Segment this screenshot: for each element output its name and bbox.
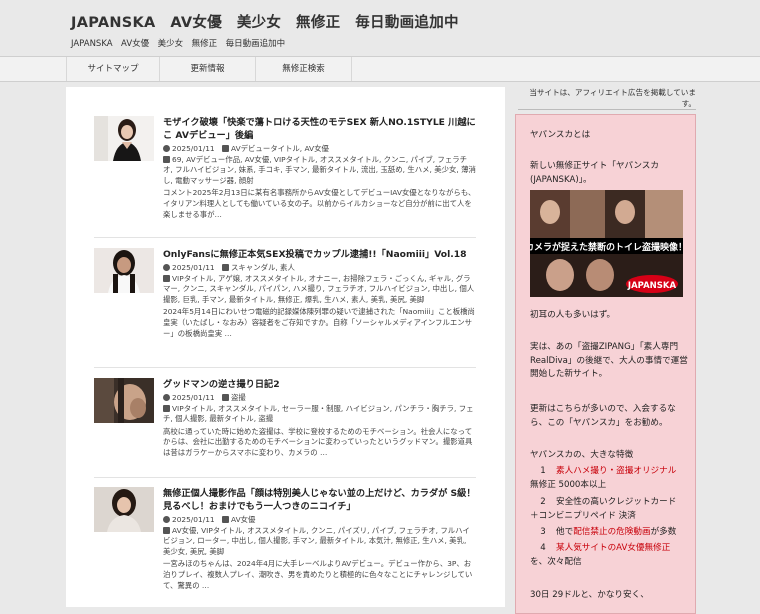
feature-1-sub: 無修正 5000本以上	[530, 480, 607, 490]
sidebar-text-3: 更新はこちらが多いので、入会するなら、この「ヤパンスカ」をお勧め。	[530, 404, 676, 428]
sidebar-intro: 新しい無修正サイト「ヤパンスカ(JAPANSKA)」。	[530, 161, 659, 185]
tag-icon	[163, 274, 170, 282]
feature-3-pre: 他で	[556, 527, 574, 537]
sidebar-text-2: 実は、あの「盗撮ZIPANG」「素人専門RealDiva」の後継で、大人の事情で…	[530, 342, 688, 379]
post-date: 2025/01/11	[172, 144, 215, 153]
folder-icon	[222, 145, 230, 152]
post-meta: 2025/01/11 盗撮	[163, 393, 476, 404]
post-item: モザイク破壊「快楽で蕩トロける天性のモテSEX 新人NO.1STYLE 川越にこ…	[94, 116, 476, 246]
post-body: グッドマンの逆さ撮り日記2 2025/01/11 盗撮 VIPタイトル, オスス…	[163, 378, 476, 459]
feature-1-number: 1	[540, 466, 546, 476]
post-body: モザイク破壊「快楽で蕩トロける天性のモテSEX 新人NO.1STYLE 川越にこ…	[163, 116, 476, 220]
post-tags-row: 69, AVデビュー作品, AV女優, VIPタイトル, オススメタイトル, ク…	[163, 155, 476, 187]
post-thumbnail[interactable]	[94, 248, 154, 293]
post-tags-row: VIPタイトル, アゲ嬢, オススメタイトル, オナニー, お掃除フェラ・ごっく…	[163, 274, 476, 306]
folder-icon	[222, 264, 230, 271]
post-item: OnlyFansに無修正本気SEX投稿でカップル逮捕!!「Naomiii」Vol…	[94, 248, 476, 368]
clock-icon	[163, 516, 170, 523]
clock-icon	[163, 394, 170, 401]
post-item: 無修正個人撮影作品「顔は特別美人じゃない並の上だけど、カラダが S級！見るべし！…	[94, 487, 476, 607]
post-meta: 2025/01/11 AV女優	[163, 515, 476, 526]
post-item: グッドマンの逆さ撮り日記2 2025/01/11 盗撮 VIPタイトル, オスス…	[94, 378, 476, 478]
post-title[interactable]: 無修正個人撮影作品「顔は特別美人じゃない並の上だけど、カラダが S級！見るべし！…	[163, 487, 476, 513]
folder-icon	[222, 394, 230, 401]
banner-caption: カメラが捉えた禁断のトイレ盗撮映像！	[530, 241, 683, 253]
feature-2-text: 安全性の高いクレジットカード	[556, 497, 677, 507]
post-divider	[94, 237, 476, 238]
feature-2: 2 安全性の高いクレジットカード	[530, 496, 690, 510]
feature-2-sub: ＋コンビニプリペイド 決済	[530, 511, 636, 521]
post-body: OnlyFansに無修正本気SEX投稿でカップル逮捕!!「Naomiii」Vol…	[163, 248, 476, 339]
feature-1: 1 素人ハメ撮り・盗撮オリジナル	[530, 465, 690, 479]
clock-icon	[163, 145, 170, 152]
post-categories[interactable]: 盗撮	[231, 393, 246, 402]
feature-1-link[interactable]: 素人ハメ撮り・盗撮オリジナル	[556, 466, 676, 476]
post-divider	[94, 367, 476, 368]
post-thumbnail[interactable]	[94, 378, 154, 423]
post-thumbnail[interactable]	[94, 487, 154, 532]
post-excerpt: 高校に通っていた時に始めた盗撮は、学校に登校するためのモチベーション。社会人にな…	[163, 426, 473, 457]
post-title[interactable]: モザイク破壊「快楽で蕩トロける天性のモテSEX 新人NO.1STYLE 川越にこ…	[163, 116, 476, 142]
feature-4-sub: を、次々配信	[530, 557, 582, 567]
post-categories[interactable]: スキャンダル, 素人	[231, 263, 295, 272]
post-categories[interactable]: AVデビュータイトル, AV女優	[231, 144, 329, 153]
post-title[interactable]: グッドマンの逆さ撮り日記2	[163, 378, 476, 391]
sidebar-text-1: 初耳の人も多いはず。	[530, 310, 616, 320]
feature-4: 4 某人気サイトのAV女優無修正	[530, 542, 690, 556]
banner-logo: JAPANSKA	[627, 281, 677, 291]
post-meta: 2025/01/11 スキャンダル, 素人	[163, 263, 476, 274]
nav-item-sitemap[interactable]: サイトマップ	[66, 57, 160, 81]
post-excerpt: 一宮みほのちゃんは、2024年4月に大手レーベルよりAVデビュー。デビュー作から…	[163, 559, 473, 590]
nav-item-uncensored-search[interactable]: 無修正検索	[256, 57, 352, 81]
post-tags[interactable]: VIPタイトル, アゲ嬢, オススメタイトル, オナニー, お掃除フェラ・ごっく…	[163, 274, 474, 304]
post-excerpt: コメント2025年2月13日に某有名事務所からAV女優としてデビューIAV女優と…	[163, 188, 476, 219]
post-tags[interactable]: VIPタイトル, オススメタイトル, セーラー服・制服, ハイビジョン, パンチ…	[163, 404, 473, 424]
post-tags-row: AV女優, VIPタイトル, オススメタイトル, クンニ, パイズリ, パイブ,…	[163, 526, 476, 558]
folder-icon	[222, 516, 230, 523]
sidebar-text-4: 30日 29ドルと、かなり安く、	[530, 590, 649, 600]
sidebar-divider	[518, 109, 696, 110]
affiliate-notice: 当サイトは、アフィリエイト広告を掲載しています。	[529, 88, 696, 108]
features-heading: ヤパンスカの、大きな特徴	[530, 450, 634, 460]
nav-item-updates[interactable]: 更新情報	[160, 57, 256, 81]
feature-4-link[interactable]: 某人気サイトのAV女優無修正	[556, 543, 670, 553]
post-thumbnail[interactable]	[94, 116, 154, 161]
feature-2-number: 2	[540, 497, 546, 507]
post-divider	[94, 477, 476, 478]
post-title[interactable]: OnlyFansに無修正本気SEX投稿でカップル逮捕!!「Naomiii」Vol…	[163, 248, 476, 261]
global-nav: サイトマップ 更新情報 無修正検索	[0, 56, 760, 82]
main-content: モザイク破壊「快楽で蕩トロける天性のモテSEX 新人NO.1STYLE 川越にこ…	[66, 87, 505, 607]
site-description: JAPANSKA AV女優 美少女 無修正 毎日動画追加中	[71, 39, 286, 49]
feature-3-post: が多数	[650, 527, 677, 537]
japanska-banner[interactable]: カメラが捉えた禁断のトイレ盗撮映像！ JAPANSKA	[530, 190, 683, 297]
post-tags[interactable]: 69, AVデビュー作品, AV女優, VIPタイトル, オススメタイトル, ク…	[163, 155, 476, 185]
post-excerpt: 2024年5月14日にわいせつ電磁的記録媒体陳列罪の疑いで逮捕された「Naomi…	[163, 307, 475, 338]
post-date: 2025/01/11	[172, 515, 215, 524]
tag-icon	[163, 155, 170, 163]
sidebar-promo-box: ヤパンスカとは 新しい無修正サイト「ヤパンスカ(JAPANSKA)」。 カメラが…	[515, 114, 696, 614]
site-header: JAPANSKA AV女優 美少女 無修正 毎日動画追加中 JAPANSKA A…	[0, 0, 760, 56]
feature-3: 3 他で配信禁止の危険動画が多数	[530, 526, 690, 540]
post-tags[interactable]: AV女優, VIPタイトル, オススメタイトル, クンニ, パイズリ, パイブ,…	[163, 526, 470, 556]
tag-icon	[163, 526, 170, 534]
feature-3-link[interactable]: 配信禁止の危険動画	[573, 527, 650, 537]
post-categories[interactable]: AV女優	[231, 515, 255, 524]
post-body: 無修正個人撮影作品「顔は特別美人じゃない並の上だけど、カラダが S級！見るべし！…	[163, 487, 476, 591]
site-title[interactable]: JAPANSKA AV女優 美少女 無修正 毎日動画追加中	[71, 11, 459, 32]
post-meta: 2025/01/11 AVデビュータイトル, AV女優	[163, 144, 476, 155]
sidebar-heading: ヤパンスカとは	[530, 130, 591, 140]
post-tags-row: VIPタイトル, オススメタイトル, セーラー服・制服, ハイビジョン, パンチ…	[163, 404, 476, 425]
post-date: 2025/01/11	[172, 393, 215, 402]
tag-icon	[163, 404, 170, 412]
post-date: 2025/01/11	[172, 263, 215, 272]
feature-4-number: 4	[540, 543, 546, 553]
feature-3-number: 3	[540, 527, 546, 537]
clock-icon	[163, 264, 170, 271]
